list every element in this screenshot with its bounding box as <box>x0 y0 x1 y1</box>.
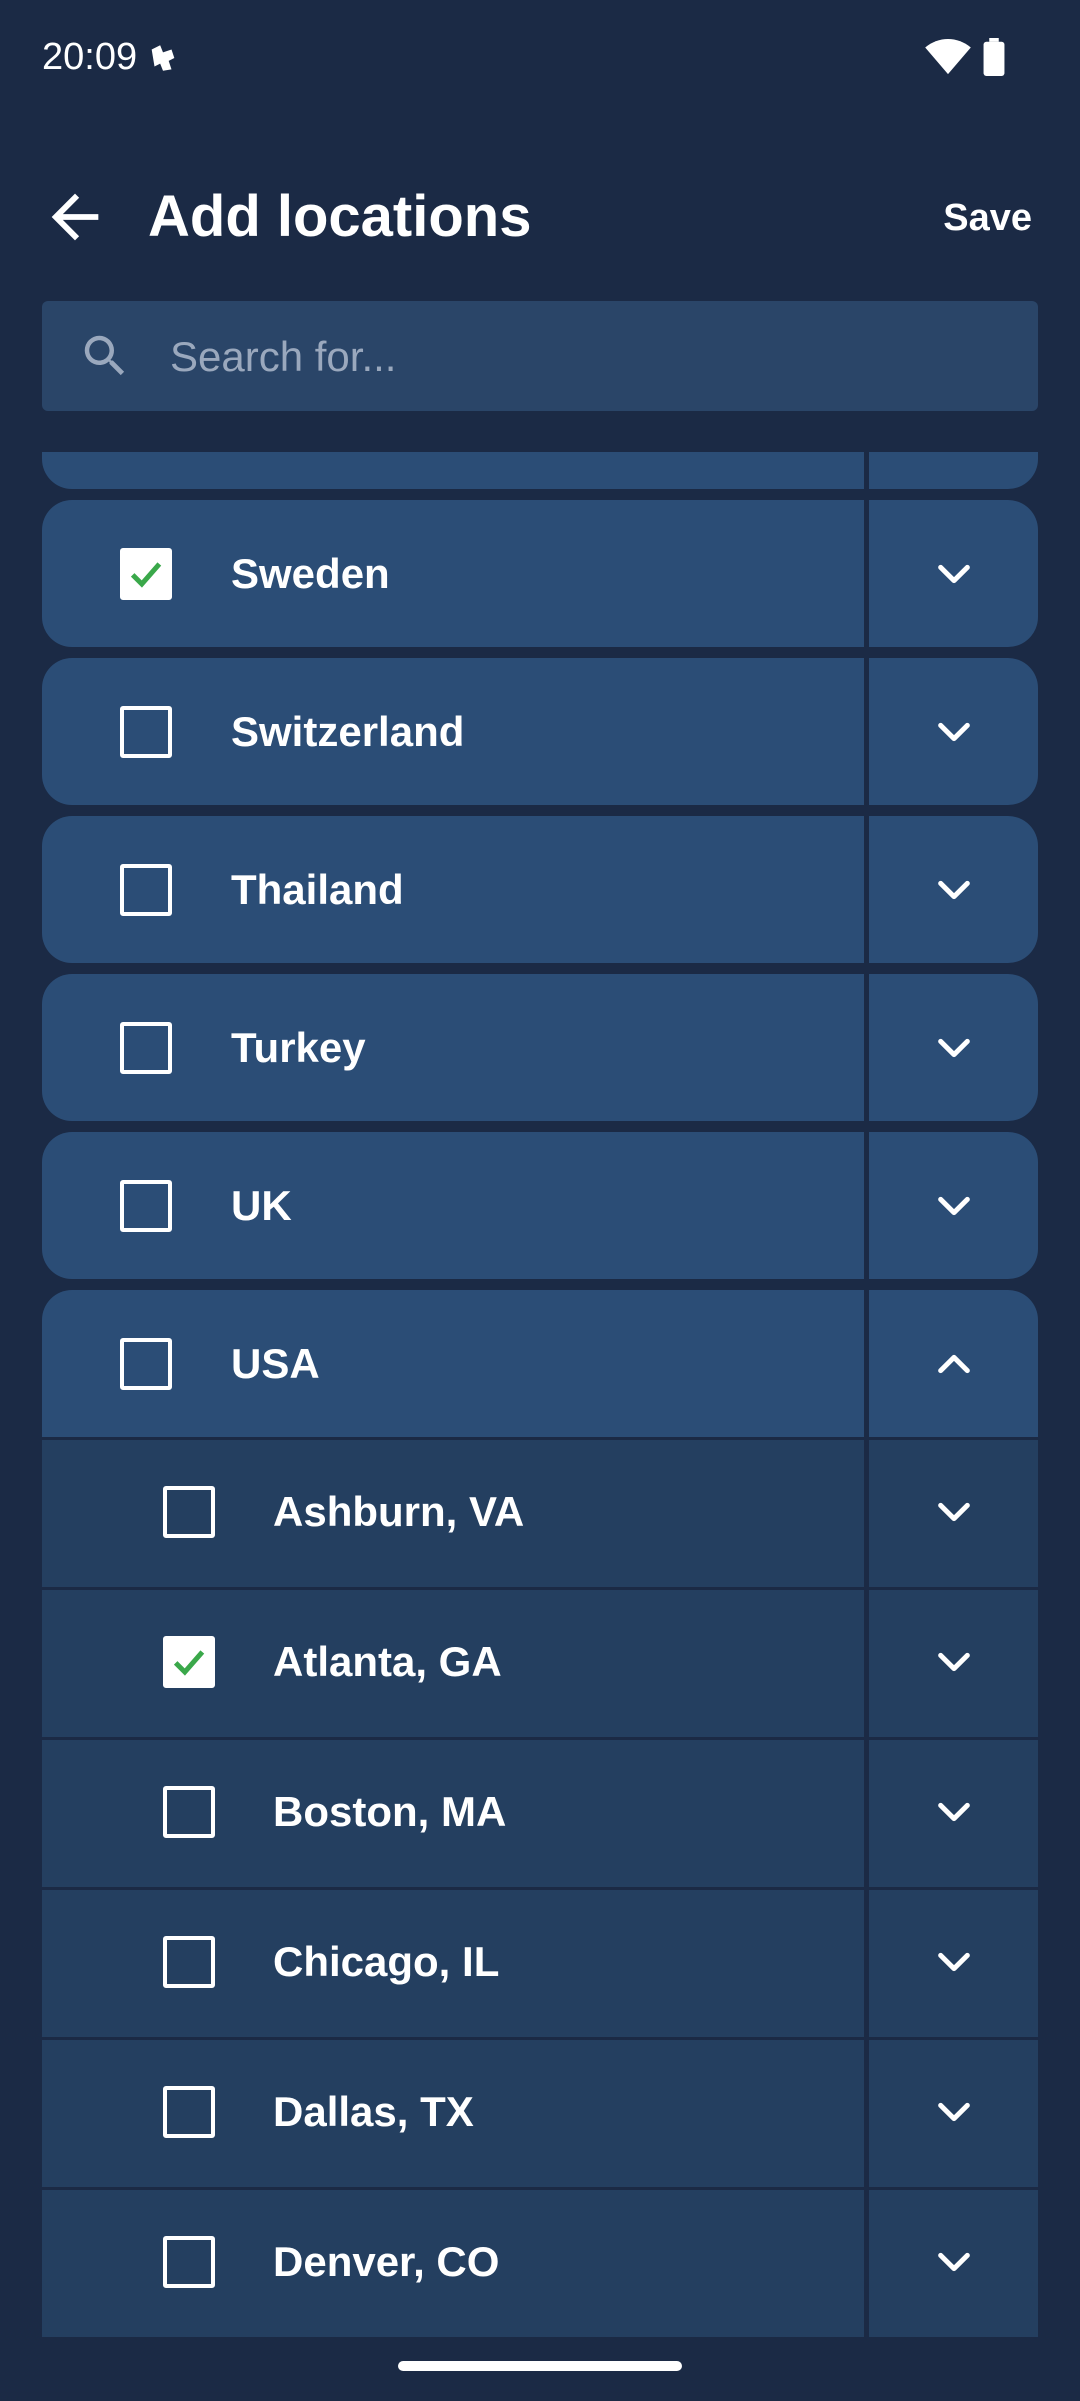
chevron-down-icon <box>938 1652 970 1672</box>
chevron-down-icon <box>938 2102 970 2122</box>
status-time: 20:09 <box>42 36 138 78</box>
chevron-down-icon <box>938 1502 970 1522</box>
location-label: Chicago, IL <box>273 1938 500 1985</box>
row-select-area[interactable]: UK <box>42 1132 864 1279</box>
city-row: Ashburn, VA <box>42 1437 1038 1587</box>
country-row-switzerland: Switzerland <box>42 658 1038 805</box>
location-label: Thailand <box>231 866 404 913</box>
location-label: Sweden <box>231 550 390 597</box>
city-row: Boston, MA <box>42 1737 1038 1887</box>
expand-button[interactable] <box>869 1887 1038 2037</box>
status-bar: 20:09 <box>0 0 1080 120</box>
city-row: Denver, CO <box>42 2187 1038 2337</box>
chevron-down-icon <box>938 1802 970 1822</box>
checkbox[interactable] <box>120 1022 172 1074</box>
row-select-area[interactable]: Ashburn, VA <box>42 1437 864 1587</box>
checkbox[interactable] <box>163 1786 215 1838</box>
checkbox[interactable] <box>163 1486 215 1538</box>
expand-button[interactable] <box>869 1437 1038 1587</box>
save-button[interactable]: Save <box>943 194 1032 242</box>
row-select-area[interactable]: Turkey <box>42 974 864 1121</box>
country-row-usa: USA <box>42 1290 1038 1437</box>
checkbox[interactable] <box>120 706 172 758</box>
expand-button[interactable] <box>869 658 1038 805</box>
chevron-down-icon <box>938 1196 970 1216</box>
row-select-area[interactable]: Chicago, IL <box>42 1887 864 2037</box>
chevron-down-icon <box>938 1952 970 1972</box>
row-select-area[interactable]: Switzerland <box>42 658 864 805</box>
row-select-area[interactable]: USA <box>42 1290 864 1437</box>
city-row: Atlanta, GA <box>42 1587 1038 1737</box>
chevron-up-icon <box>938 1354 970 1374</box>
row-select-area[interactable]: Thailand <box>42 816 864 963</box>
checkbox[interactable] <box>163 2236 215 2288</box>
chevron-down-icon <box>938 880 970 900</box>
row-select-area[interactable]: Dallas, TX <box>42 2037 864 2187</box>
chevron-down-icon <box>938 564 970 584</box>
country-row-turkey: Turkey <box>42 974 1038 1121</box>
back-button[interactable] <box>40 182 110 252</box>
chevron-down-icon <box>938 2252 970 2272</box>
checkbox[interactable] <box>163 2086 215 2138</box>
checkbox[interactable] <box>163 1636 215 1688</box>
location-label: Denver, CO <box>273 2238 500 2285</box>
checkbox[interactable] <box>120 1338 172 1390</box>
chevron-down-icon <box>938 722 970 742</box>
city-row: Dallas, TX <box>42 2037 1038 2187</box>
search-input[interactable] <box>168 321 992 393</box>
expand-button[interactable] <box>869 500 1038 647</box>
search-icon <box>84 335 125 376</box>
country-row-spain: Spain <box>42 452 1038 489</box>
battery-icon <box>983 38 1005 76</box>
country-row-uk: UK <box>42 1132 1038 1279</box>
expand-button[interactable] <box>869 1587 1038 1737</box>
app-bar: Add locations Save <box>0 160 1080 270</box>
expand-button[interactable] <box>869 974 1038 1121</box>
location-label: Dallas, TX <box>273 2088 474 2135</box>
locations-list-content: Spain Sweden Switzerland Thailand Turkey UK US… <box>42 452 1038 2337</box>
row-select-area[interactable]: Denver, CO <box>42 2187 864 2337</box>
location-label: Ashburn, VA <box>273 1488 525 1535</box>
expand-button[interactable] <box>869 452 1038 489</box>
arrow-back-icon <box>51 193 99 241</box>
city-row: Chicago, IL <box>42 1887 1038 2037</box>
checkbox[interactable] <box>120 1180 172 1232</box>
gesture-nav-handle[interactable] <box>398 2361 682 2371</box>
country-row-sweden: Sweden <box>42 500 1038 647</box>
checkbox[interactable] <box>163 1936 215 1988</box>
expand-button[interactable] <box>869 2037 1038 2187</box>
locations-list[interactable]: Spain Sweden Switzerland Thailand Turkey UK US… <box>42 452 1038 2338</box>
expand-button[interactable] <box>869 816 1038 963</box>
row-select-area[interactable]: Boston, MA <box>42 1737 864 1887</box>
row-select-area[interactable]: Spain <box>42 452 864 489</box>
location-label: UK <box>231 1182 292 1229</box>
location-label: Switzerland <box>231 708 465 755</box>
row-select-area[interactable]: Atlanta, GA <box>42 1587 864 1737</box>
search-bar[interactable] <box>42 301 1038 411</box>
chevron-down-icon <box>938 1038 970 1058</box>
wifi-icon <box>925 38 971 75</box>
page-title: Add locations <box>148 184 532 249</box>
collapse-button[interactable] <box>869 1290 1038 1437</box>
checkmark-icon <box>173 1650 205 1676</box>
location-label: Boston, MA <box>273 1788 507 1835</box>
expand-button[interactable] <box>869 2187 1038 2337</box>
country-row-thailand: Thailand <box>42 816 1038 963</box>
location-label: Atlanta, GA <box>273 1638 502 1685</box>
checkmark-icon <box>130 562 162 588</box>
checkbox[interactable] <box>120 548 172 600</box>
checkbox[interactable] <box>120 864 172 916</box>
notification-icon <box>151 45 175 71</box>
expand-button[interactable] <box>869 1737 1038 1887</box>
row-select-area[interactable]: Sweden <box>42 500 864 647</box>
location-label: USA <box>231 1340 320 1387</box>
location-label: Turkey <box>231 1024 366 1071</box>
expand-button[interactable] <box>869 1132 1038 1279</box>
